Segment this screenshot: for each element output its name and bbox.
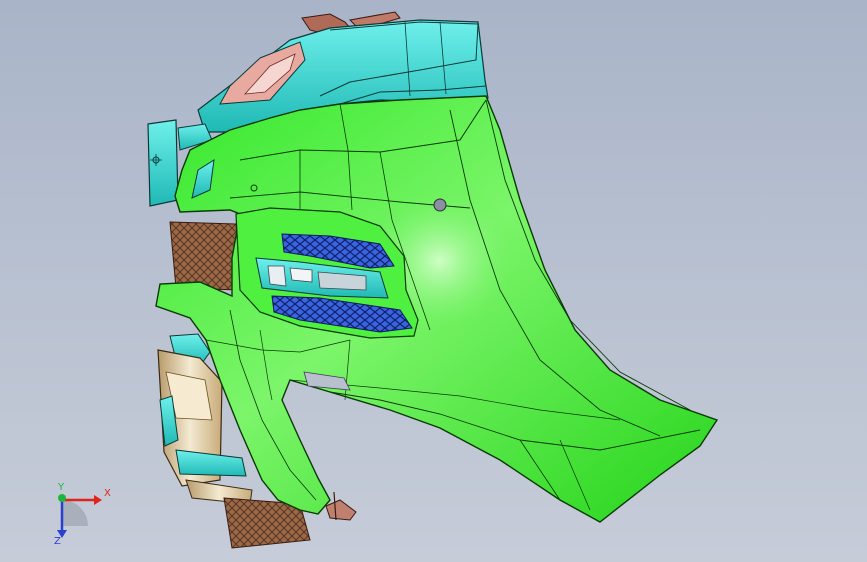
bumper-3d-model[interactable] bbox=[0, 0, 867, 562]
triad-plane bbox=[62, 500, 88, 526]
orientation-triad[interactable]: X Y Z bbox=[40, 478, 120, 548]
x-axis-arrow bbox=[94, 495, 102, 505]
cad-viewport[interactable]: X Y Z bbox=[0, 0, 867, 562]
side-mesh-grille bbox=[169, 221, 241, 291]
y-axis-label: Y bbox=[57, 482, 65, 493]
x-axis-label: X bbox=[104, 488, 111, 499]
bottom-bolt bbox=[325, 491, 357, 521]
z-axis-label: Z bbox=[54, 536, 61, 547]
y-axis-dot bbox=[58, 494, 66, 502]
